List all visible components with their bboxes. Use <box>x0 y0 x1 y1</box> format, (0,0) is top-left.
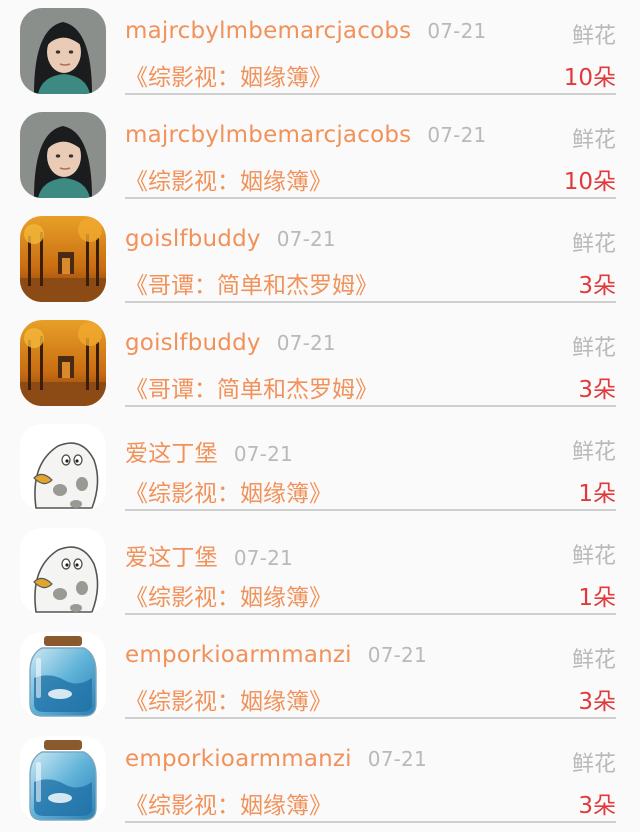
divider <box>125 509 616 511</box>
gift-type: 鲜花 <box>571 544 616 569</box>
list-item[interactable]: emporkioarmmanzi 07-21 鲜花 《综影视：姻缘簿》 3朵 <box>0 624 640 728</box>
gift-quantity: 3朵 <box>578 689 616 715</box>
divider <box>125 613 616 615</box>
cartoon-seal-icon <box>20 424 106 510</box>
list-item[interactable]: 爱这丁堡 07-21 鲜花 《综影视：姻缘簿》 1朵 <box>0 416 640 520</box>
avatar[interactable] <box>20 320 106 406</box>
divider <box>125 405 616 407</box>
book-title[interactable]: 《哥谭：简单和杰罗姆》 <box>125 266 378 300</box>
avatar[interactable] <box>20 632 106 718</box>
username[interactable]: 爱这丁堡 07-21 <box>125 434 293 468</box>
username[interactable]: 爱这丁堡 07-21 <box>125 538 293 572</box>
book-title[interactable]: 《哥谭：简单和杰罗姆》 <box>125 370 378 404</box>
gift-type: 鲜花 <box>571 128 616 153</box>
gift-type: 鲜花 <box>571 752 616 777</box>
book-title[interactable]: 《综影视：姻缘簿》 <box>125 578 332 612</box>
divider <box>125 93 616 95</box>
username[interactable]: emporkioarmmanzi 07-21 <box>125 746 427 772</box>
gift-quantity: 1朵 <box>578 481 616 507</box>
book-title[interactable]: 《综影视：姻缘簿》 <box>125 786 332 820</box>
list-item[interactable]: majrcbylmbemarcjacobs 07-21 鲜花 《综影视：姻缘簿》 … <box>0 104 640 208</box>
avatar[interactable] <box>20 736 106 822</box>
gift-date: 07-21 <box>276 331 336 355</box>
gift-type: 鲜花 <box>571 440 616 465</box>
book-title[interactable]: 《综影视：姻缘簿》 <box>125 162 332 196</box>
avatar[interactable] <box>20 216 106 302</box>
divider <box>125 197 616 199</box>
divider <box>125 717 616 719</box>
list-item[interactable]: 爱这丁堡 07-21 鲜花 《综影视：姻缘簿》 1朵 <box>0 520 640 624</box>
gift-type: 鲜花 <box>571 648 616 673</box>
woman-portrait-icon <box>20 112 106 198</box>
woman-portrait-icon <box>20 8 106 94</box>
cartoon-seal-icon <box>20 528 106 614</box>
gift-quantity: 3朵 <box>578 377 616 403</box>
divider <box>125 301 616 303</box>
avatar[interactable] <box>20 528 106 614</box>
book-title[interactable]: 《综影视：姻缘簿》 <box>125 682 332 716</box>
gift-date: 07-21 <box>367 747 427 771</box>
flower-gift-list: majrcbylmbemarcjacobs 07-21 鲜花 《综影视：姻缘簿》 … <box>0 0 640 832</box>
list-item[interactable]: majrcbylmbemarcjacobs 07-21 鲜花 《综影视：姻缘簿》 … <box>0 0 640 104</box>
gift-quantity: 3朵 <box>578 793 616 819</box>
gift-date: 07-21 <box>276 227 336 251</box>
username[interactable]: majrcbylmbemarcjacobs 07-21 <box>125 18 486 44</box>
gift-date: 07-21 <box>367 643 427 667</box>
autumn-forest-icon <box>20 216 106 302</box>
avatar[interactable] <box>20 112 106 198</box>
gift-date: 07-21 <box>233 546 293 570</box>
username[interactable]: emporkioarmmanzi 07-21 <box>125 642 427 668</box>
gift-date: 07-21 <box>427 123 487 147</box>
gift-date: 07-21 <box>427 19 487 43</box>
divider <box>125 821 616 823</box>
gift-type: 鲜花 <box>571 24 616 49</box>
list-item[interactable]: goislfbuddy 07-21 鲜花 《哥谭：简单和杰罗姆》 3朵 <box>0 208 640 312</box>
username[interactable]: goislfbuddy 07-21 <box>125 226 336 252</box>
gift-quantity: 1朵 <box>578 585 616 611</box>
gift-type: 鲜花 <box>571 336 616 361</box>
book-title[interactable]: 《综影视：姻缘簿》 <box>125 474 332 508</box>
username[interactable]: majrcbylmbemarcjacobs 07-21 <box>125 122 486 148</box>
username[interactable]: goislfbuddy 07-21 <box>125 330 336 356</box>
avatar[interactable] <box>20 8 106 94</box>
book-title[interactable]: 《综影视：姻缘簿》 <box>125 58 332 92</box>
gift-quantity: 3朵 <box>578 273 616 299</box>
gift-quantity: 10朵 <box>563 169 616 195</box>
list-item[interactable]: goislfbuddy 07-21 鲜花 《哥谭：简单和杰罗姆》 3朵 <box>0 312 640 416</box>
avatar[interactable] <box>20 424 106 510</box>
autumn-forest-icon <box>20 320 106 406</box>
gift-type: 鲜花 <box>571 232 616 257</box>
glass-jar-icon <box>20 736 106 822</box>
glass-jar-icon <box>20 632 106 718</box>
list-item[interactable]: emporkioarmmanzi 07-21 鲜花 《综影视：姻缘簿》 3朵 <box>0 728 640 832</box>
gift-date: 07-21 <box>233 442 293 466</box>
gift-quantity: 10朵 <box>563 65 616 91</box>
